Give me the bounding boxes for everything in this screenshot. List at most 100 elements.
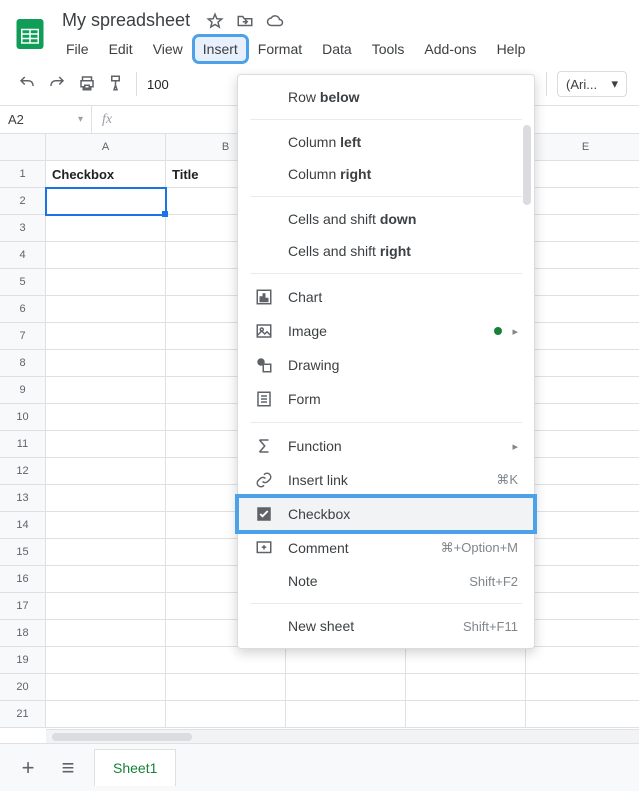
grid-corner[interactable] bbox=[0, 134, 46, 161]
row-header[interactable]: 13 bbox=[0, 485, 46, 512]
cell[interactable] bbox=[46, 404, 166, 431]
menu-item-note[interactable]: NoteShift+F2 bbox=[238, 565, 534, 597]
cell[interactable] bbox=[166, 647, 286, 674]
document-title[interactable]: My spreadsheet bbox=[62, 10, 190, 31]
menu-data[interactable]: Data bbox=[314, 37, 360, 61]
redo-icon[interactable] bbox=[48, 74, 66, 95]
column-header[interactable]: A bbox=[46, 134, 166, 161]
cell[interactable] bbox=[46, 323, 166, 350]
menu-item-right[interactable]: Column right bbox=[238, 158, 534, 190]
cell[interactable] bbox=[286, 674, 406, 701]
menu-insert[interactable]: Insert bbox=[195, 37, 246, 61]
menu-item-below[interactable]: Row below bbox=[238, 81, 534, 113]
row-header[interactable]: 20 bbox=[0, 674, 46, 701]
cell[interactable] bbox=[526, 674, 639, 701]
sheet-tab-active[interactable]: Sheet1 bbox=[94, 749, 176, 786]
cell[interactable] bbox=[406, 701, 526, 728]
cell[interactable] bbox=[46, 350, 166, 377]
paint-format-icon[interactable] bbox=[108, 74, 126, 95]
cell[interactable] bbox=[46, 512, 166, 539]
row-header[interactable]: 21 bbox=[0, 701, 46, 728]
row-header[interactable]: 14 bbox=[0, 512, 46, 539]
cell[interactable] bbox=[526, 161, 639, 188]
row-header[interactable]: 5 bbox=[0, 269, 46, 296]
row-header[interactable]: 9 bbox=[0, 377, 46, 404]
row-header[interactable]: 8 bbox=[0, 350, 46, 377]
cell[interactable] bbox=[166, 674, 286, 701]
cell[interactable] bbox=[526, 431, 639, 458]
cell[interactable] bbox=[526, 296, 639, 323]
row-header[interactable]: 12 bbox=[0, 458, 46, 485]
cell[interactable] bbox=[526, 620, 639, 647]
cell[interactable] bbox=[526, 404, 639, 431]
menu-tools[interactable]: Tools bbox=[364, 37, 413, 61]
column-header[interactable]: E bbox=[526, 134, 639, 161]
menu-item-insert-link[interactable]: Insert link⌘K bbox=[238, 463, 534, 497]
row-header[interactable]: 11 bbox=[0, 431, 46, 458]
cell[interactable] bbox=[526, 485, 639, 512]
cell[interactable] bbox=[286, 701, 406, 728]
cell[interactable] bbox=[526, 377, 639, 404]
cell[interactable] bbox=[526, 566, 639, 593]
row-header[interactable]: 18 bbox=[0, 620, 46, 647]
menu-item-checkbox[interactable]: Checkbox bbox=[238, 497, 534, 531]
cell[interactable] bbox=[46, 269, 166, 296]
scrollbar-thumb[interactable] bbox=[52, 733, 192, 741]
menu-scrollbar[interactable] bbox=[523, 125, 531, 640]
row-header[interactable]: 2 bbox=[0, 188, 46, 215]
cell[interactable] bbox=[526, 323, 639, 350]
menu-help[interactable]: Help bbox=[489, 37, 534, 61]
cell[interactable] bbox=[46, 566, 166, 593]
add-sheet-button[interactable]: + bbox=[14, 755, 42, 781]
cell[interactable] bbox=[46, 620, 166, 647]
cell[interactable] bbox=[526, 242, 639, 269]
cell[interactable] bbox=[46, 296, 166, 323]
menu-addons[interactable]: Add-ons bbox=[416, 37, 484, 61]
cell[interactable] bbox=[46, 431, 166, 458]
menu-item-form[interactable]: Form bbox=[238, 382, 534, 416]
cell[interactable] bbox=[46, 647, 166, 674]
horizontal-scrollbar[interactable] bbox=[46, 729, 639, 743]
move-icon[interactable] bbox=[236, 12, 254, 30]
cell[interactable] bbox=[526, 269, 639, 296]
row-header[interactable]: 3 bbox=[0, 215, 46, 242]
cell[interactable] bbox=[526, 215, 639, 242]
menu-file[interactable]: File bbox=[58, 37, 97, 61]
menu-item-chart[interactable]: Chart bbox=[238, 280, 534, 314]
cell[interactable] bbox=[46, 242, 166, 269]
menu-item-function[interactable]: Function▸ bbox=[238, 429, 534, 463]
cell[interactable] bbox=[526, 512, 639, 539]
row-header[interactable]: 6 bbox=[0, 296, 46, 323]
star-icon[interactable] bbox=[206, 12, 224, 30]
menu-view[interactable]: View bbox=[145, 37, 191, 61]
cell[interactable] bbox=[46, 215, 166, 242]
cell[interactable] bbox=[526, 188, 639, 215]
cell[interactable] bbox=[166, 701, 286, 728]
font-selector[interactable]: (Ari... ▾ bbox=[557, 71, 627, 97]
row-header[interactable]: 7 bbox=[0, 323, 46, 350]
cell[interactable] bbox=[526, 458, 639, 485]
name-box[interactable]: A2 ▾ bbox=[0, 106, 92, 133]
menu-edit[interactable]: Edit bbox=[101, 37, 141, 61]
cell[interactable] bbox=[526, 539, 639, 566]
cell[interactable] bbox=[46, 458, 166, 485]
menu-item-new-sheet[interactable]: New sheetShift+F11 bbox=[238, 610, 534, 642]
row-header[interactable]: 4 bbox=[0, 242, 46, 269]
all-sheets-button[interactable]: ≡ bbox=[54, 755, 82, 781]
cell[interactable] bbox=[46, 701, 166, 728]
menu-item-down[interactable]: Cells and shift down bbox=[238, 203, 534, 235]
row-header[interactable]: 16 bbox=[0, 566, 46, 593]
cell[interactable] bbox=[46, 593, 166, 620]
sheets-logo[interactable] bbox=[10, 8, 50, 60]
cell[interactable]: Checkbox bbox=[46, 161, 166, 188]
row-header[interactable]: 19 bbox=[0, 647, 46, 674]
menu-item-comment[interactable]: Comment⌘+Option+M bbox=[238, 531, 534, 565]
cell[interactable] bbox=[406, 674, 526, 701]
menu-item-right[interactable]: Cells and shift right bbox=[238, 235, 534, 267]
cell[interactable] bbox=[526, 350, 639, 377]
row-header[interactable]: 1 bbox=[0, 161, 46, 188]
print-icon[interactable] bbox=[78, 74, 96, 95]
selection-handle[interactable] bbox=[162, 211, 168, 217]
cell[interactable] bbox=[286, 647, 406, 674]
cell[interactable] bbox=[526, 701, 639, 728]
